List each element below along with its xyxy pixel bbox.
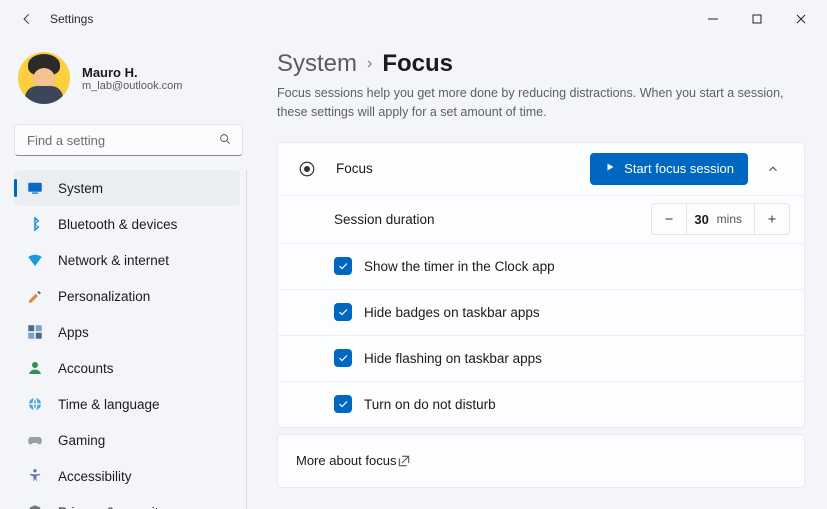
breadcrumb: System › Focus: [277, 50, 805, 78]
user-profile[interactable]: Mauro H. m_lab@outlook.com: [14, 46, 247, 124]
bluetooth-icon: [26, 215, 44, 233]
session-duration-label: Session duration: [334, 212, 435, 227]
globe-icon: [26, 395, 44, 413]
sidebar-item-label: Bluetooth & devices: [58, 217, 177, 232]
sidebar-item-label: Time & language: [58, 397, 160, 412]
chevron-right-icon: ›: [367, 55, 372, 73]
maximize-button[interactable]: [735, 4, 779, 34]
sidebar-item-accounts[interactable]: Accounts: [14, 350, 240, 386]
display-icon: [26, 179, 44, 197]
sidebar: Mauro H. m_lab@outlook.com System: [0, 38, 255, 509]
duration-unit: mins: [717, 212, 754, 226]
option-label: Hide flashing on taskbar apps: [364, 351, 542, 366]
window-title: Settings: [50, 12, 93, 26]
sidebar-item-system[interactable]: System: [14, 170, 240, 206]
sidebar-item-gaming[interactable]: Gaming: [14, 422, 240, 458]
user-email: m_lab@outlook.com: [82, 80, 182, 92]
duration-increase-button[interactable]: [755, 204, 789, 234]
person-icon: [26, 359, 44, 377]
play-icon: [604, 161, 616, 176]
checkbox-checked[interactable]: [334, 349, 352, 367]
more-about-focus-label: More about focus: [296, 453, 396, 468]
sidebar-item-label: Personalization: [58, 289, 150, 304]
option-row[interactable]: Hide badges on taskbar apps: [278, 289, 804, 335]
option-label: Hide badges on taskbar apps: [364, 305, 540, 320]
focus-icon: [296, 160, 318, 178]
avatar: [18, 52, 70, 104]
user-name: Mauro H.: [82, 65, 182, 80]
sidebar-item-bluetooth[interactable]: Bluetooth & devices: [14, 206, 240, 242]
sidebar-item-label: Apps: [58, 325, 89, 340]
duration-stepper: 30 mins: [651, 203, 790, 235]
page-description: Focus sessions help you get more done by…: [277, 84, 787, 122]
breadcrumb-parent[interactable]: System: [277, 50, 357, 78]
collapse-button[interactable]: [756, 152, 790, 186]
close-button[interactable]: [779, 4, 823, 34]
shield-icon: [26, 503, 44, 509]
option-row[interactable]: Show the timer in the Clock app: [278, 243, 804, 289]
duration-value: 30: [687, 212, 717, 227]
search-input[interactable]: [25, 132, 218, 149]
sidebar-item-privacy[interactable]: Privacy & security: [14, 494, 240, 509]
back-button[interactable]: [12, 4, 42, 34]
sidebar-item-label: System: [58, 181, 103, 196]
apps-icon: [26, 323, 44, 341]
brush-icon: [26, 287, 44, 305]
start-focus-button[interactable]: Start focus session: [590, 153, 748, 185]
option-label: Turn on do not disturb: [364, 397, 496, 412]
sidebar-item-apps[interactable]: Apps: [14, 314, 240, 350]
checkbox-checked[interactable]: [334, 257, 352, 275]
titlebar: Settings: [0, 0, 827, 38]
start-focus-label: Start focus session: [624, 161, 734, 176]
focus-card: Focus Start focus session Session durati…: [277, 142, 805, 428]
focus-header-label: Focus: [336, 161, 373, 176]
session-duration-row: Session duration 30 mins: [278, 195, 804, 243]
gamepad-icon: [26, 431, 44, 449]
focus-header-row[interactable]: Focus Start focus session: [278, 143, 804, 195]
sidebar-item-accessibility[interactable]: Accessibility: [14, 458, 240, 494]
sidebar-item-time-language[interactable]: Time & language: [14, 386, 240, 422]
minimize-button[interactable]: [691, 4, 735, 34]
duration-decrease-button[interactable]: [652, 204, 686, 234]
checkbox-checked[interactable]: [334, 395, 352, 413]
window-controls: [691, 4, 823, 34]
page-title: Focus: [382, 50, 453, 78]
more-about-focus-card[interactable]: More about focus: [277, 434, 805, 488]
sidebar-item-network[interactable]: Network & internet: [14, 242, 240, 278]
wifi-icon: [26, 251, 44, 269]
sidebar-item-label: Gaming: [58, 433, 105, 448]
search-box[interactable]: [14, 124, 243, 156]
option-label: Show the timer in the Clock app: [364, 259, 555, 274]
sidebar-item-label: Network & internet: [58, 253, 169, 268]
nav-list: System Bluetooth & devices Network & int…: [14, 170, 240, 509]
option-row[interactable]: Turn on do not disturb: [278, 381, 804, 427]
sidebar-item-label: Privacy & security: [58, 505, 165, 509]
sidebar-item-label: Accounts: [58, 361, 114, 376]
open-external-icon: [396, 453, 412, 469]
checkbox-checked[interactable]: [334, 303, 352, 321]
accessibility-icon: [26, 467, 44, 485]
option-row[interactable]: Hide flashing on taskbar apps: [278, 335, 804, 381]
search-icon: [218, 132, 232, 149]
main-content: System › Focus Focus sessions help you g…: [255, 38, 827, 509]
sidebar-item-personalization[interactable]: Personalization: [14, 278, 240, 314]
sidebar-item-label: Accessibility: [58, 469, 132, 484]
